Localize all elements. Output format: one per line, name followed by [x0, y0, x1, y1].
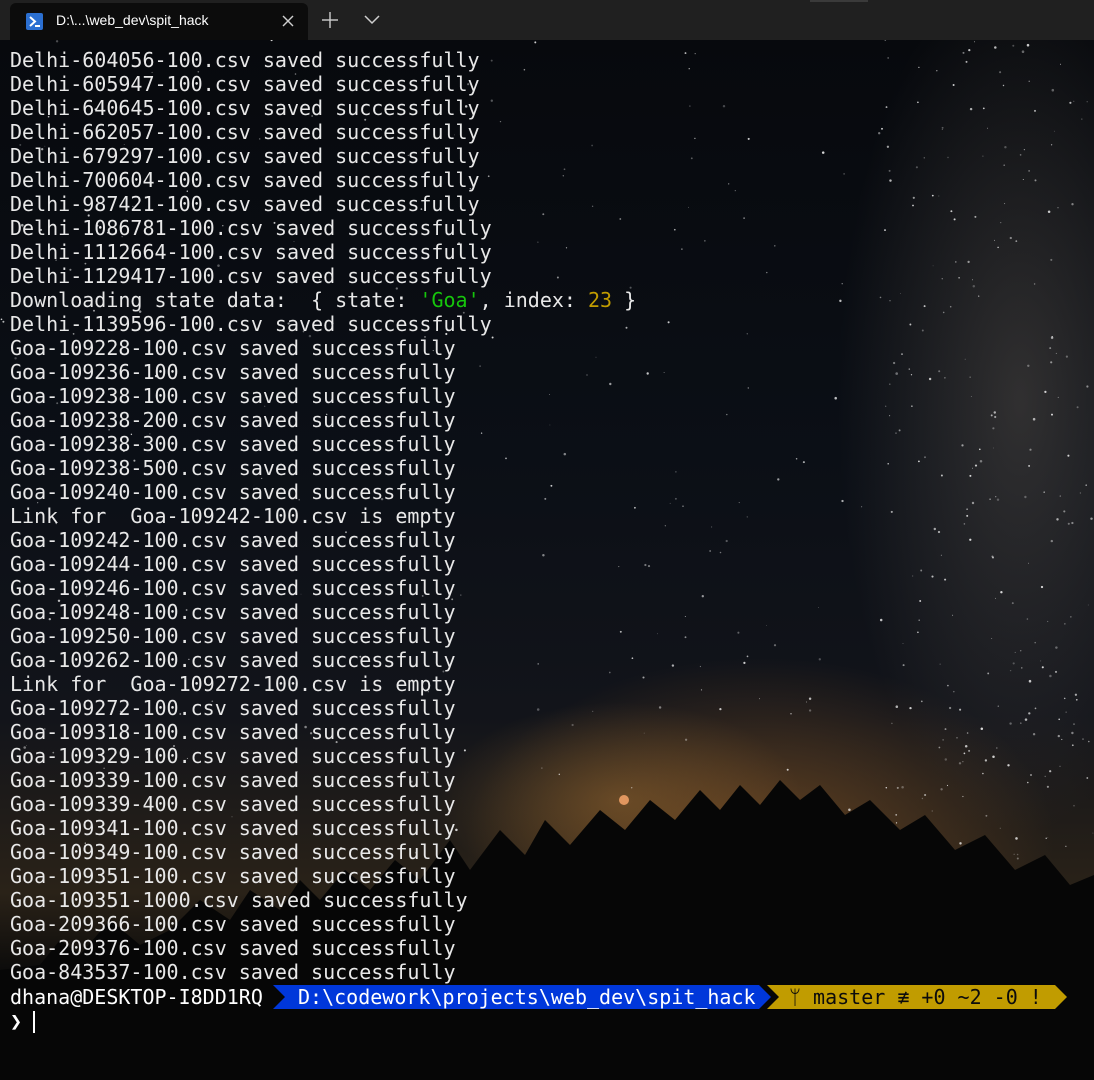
output-line: Goa-109238-100.csv saved successfully — [10, 384, 456, 408]
output-line: Delhi-1086781-100.csv saved successfully — [10, 216, 492, 240]
output-line: Delhi-604056-100.csv saved successfully — [10, 48, 480, 72]
prompt-user-host: dhana@DESKTOP-I8DD1RQ — [10, 985, 263, 1009]
output-line: Goa-109339-400.csv saved successfully — [10, 792, 456, 816]
terminal-pane[interactable]: Delhi-604056-100.csv saved successfully D… — [0, 40, 1094, 1080]
output-line: Goa-109272-100.csv saved successfully — [10, 696, 456, 720]
prompt-line: dhana@DESKTOP-I8DD1RQ D:\codework\projec… — [0, 985, 1094, 1009]
output-line: Delhi-640645-100.csv saved successfully — [10, 96, 480, 120]
output-line: Delhi-679297-100.csv saved successfully — [10, 144, 480, 168]
output-line: Goa-109238-200.csv saved successfully — [10, 408, 456, 432]
prompt-path: D:\codework\projects\web_dev\spit_hack — [298, 985, 756, 1009]
terminal-window: D:\...\web_dev\spit_hack Delhi-604056-10… — [0, 0, 1094, 1080]
output-line: Link for Goa-109242-100.csv is empty — [10, 504, 456, 528]
state-log-state-value: 'Goa' — [419, 288, 480, 312]
terminal-tab[interactable]: D:\...\web_dev\spit_hack — [10, 3, 308, 40]
tab-title: D:\...\web_dev\spit_hack — [56, 12, 209, 28]
state-log-suffix: } — [612, 288, 637, 312]
prompt-git-segment: ᛘ master ≢ +0 ~2 -0 ! — [767, 985, 1067, 1009]
command-input[interactable]: ❯ — [0, 1009, 1094, 1033]
output-line: Delhi-1139596-100.csv saved successfully — [10, 312, 492, 336]
terminal-output: Delhi-604056-100.csv saved successfully D… — [10, 48, 636, 984]
output-line: Goa-109351-1000.csv saved successfully — [10, 888, 468, 912]
output-line: Goa-109329-100.csv saved successfully — [10, 744, 456, 768]
output-line: Goa-109318-100.csv saved successfully — [10, 720, 456, 744]
output-line: Goa-109262-100.csv saved successfully — [10, 648, 456, 672]
tab-bar: D:\...\web_dev\spit_hack — [0, 0, 1094, 40]
state-log-prefix: Downloading state data: { state: — [10, 288, 420, 312]
output-line: Delhi-1112664-100.csv saved successfully — [10, 240, 492, 264]
output-line: Goa-109228-100.csv saved successfully — [10, 336, 456, 360]
output-line: Delhi-1129417-100.csv saved successfully — [10, 264, 492, 288]
output-line: Goa-843537-100.csv saved successfully — [10, 960, 456, 984]
powershell-icon — [26, 13, 43, 30]
output-line: Goa-109238-500.csv saved successfully — [10, 456, 456, 480]
output-line: Delhi-987421-100.csv saved successfully — [10, 192, 480, 216]
new-tab-icon[interactable] — [320, 10, 340, 30]
output-line: Link for Goa-109272-100.csv is empty — [10, 672, 456, 696]
titlebar-indicator — [810, 0, 868, 2]
prompt-chevron: ❯ — [10, 1009, 23, 1033]
output-line: Goa-109238-300.csv saved successfully — [10, 432, 456, 456]
state-log-line: Downloading state data: { state: 'Goa', … — [10, 288, 636, 312]
output-line: Goa-109349-100.csv saved successfully — [10, 840, 456, 864]
output-line: Goa-109250-100.csv saved successfully — [10, 624, 456, 648]
state-log-index-value: 23 — [588, 288, 613, 312]
output-line: Delhi-662057-100.csv saved successfully — [10, 120, 480, 144]
output-line: Delhi-700604-100.csv saved successfully — [10, 168, 480, 192]
prompt-path-segment: D:\codework\projects\web_dev\spit_hack — [273, 985, 771, 1009]
output-line: Delhi-605947-100.csv saved successfully — [10, 72, 480, 96]
chevron-down-icon[interactable] — [362, 12, 382, 28]
output-line: Goa-109248-100.csv saved successfully — [10, 600, 456, 624]
output-line: Goa-109240-100.csv saved successfully — [10, 480, 456, 504]
state-log-middle: , index: — [479, 288, 588, 312]
prompt-git-status: ᛘ master ≢ +0 ~2 -0 ! — [789, 985, 1042, 1009]
output-line: Goa-109351-100.csv saved successfully — [10, 864, 456, 888]
close-tab-icon[interactable] — [280, 13, 296, 29]
text-cursor — [33, 1011, 35, 1033]
output-line: Goa-109244-100.csv saved successfully — [10, 552, 456, 576]
output-line: Goa-109246-100.csv saved successfully — [10, 576, 456, 600]
output-line: Goa-109242-100.csv saved successfully — [10, 528, 456, 552]
output-line: Goa-209376-100.csv saved successfully — [10, 936, 456, 960]
output-line: Goa-109236-100.csv saved successfully — [10, 360, 456, 384]
output-line: Goa-109341-100.csv saved successfully — [10, 816, 456, 840]
output-line: Goa-209366-100.csv saved successfully — [10, 912, 456, 936]
output-line: Goa-109339-100.csv saved successfully — [10, 768, 456, 792]
